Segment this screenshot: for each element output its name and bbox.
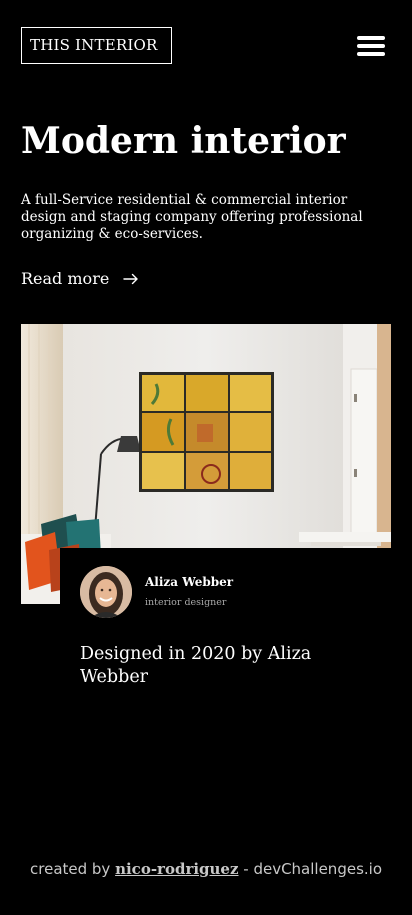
footer: created by nico-rodriguez - devChallenge… <box>0 859 412 879</box>
menu-bar <box>357 44 385 48</box>
avatar <box>80 566 132 618</box>
designed-by-text: Designed in 2020 by Aliza Webber <box>80 644 312 687</box>
footer-prefix: created by <box>30 860 116 878</box>
site-logo[interactable]: THIS INTERIOR <box>21 27 172 64</box>
page-title: Modern interior <box>21 120 346 162</box>
author-role: interior designer <box>145 597 227 608</box>
arrow-right-icon <box>123 273 139 285</box>
author-name: Aliza Webber <box>145 575 234 589</box>
hero-description: A full-Service residential & commercial … <box>21 192 363 242</box>
read-more-link[interactable]: Read more <box>21 269 139 289</box>
footer-suffix: - devChallenges.io <box>238 860 382 878</box>
menu-bar <box>357 36 385 40</box>
hamburger-menu-icon[interactable] <box>357 36 385 56</box>
read-more-label: Read more <box>21 269 110 288</box>
author-link[interactable]: nico-rodriguez <box>115 860 238 878</box>
menu-bar <box>357 52 385 56</box>
